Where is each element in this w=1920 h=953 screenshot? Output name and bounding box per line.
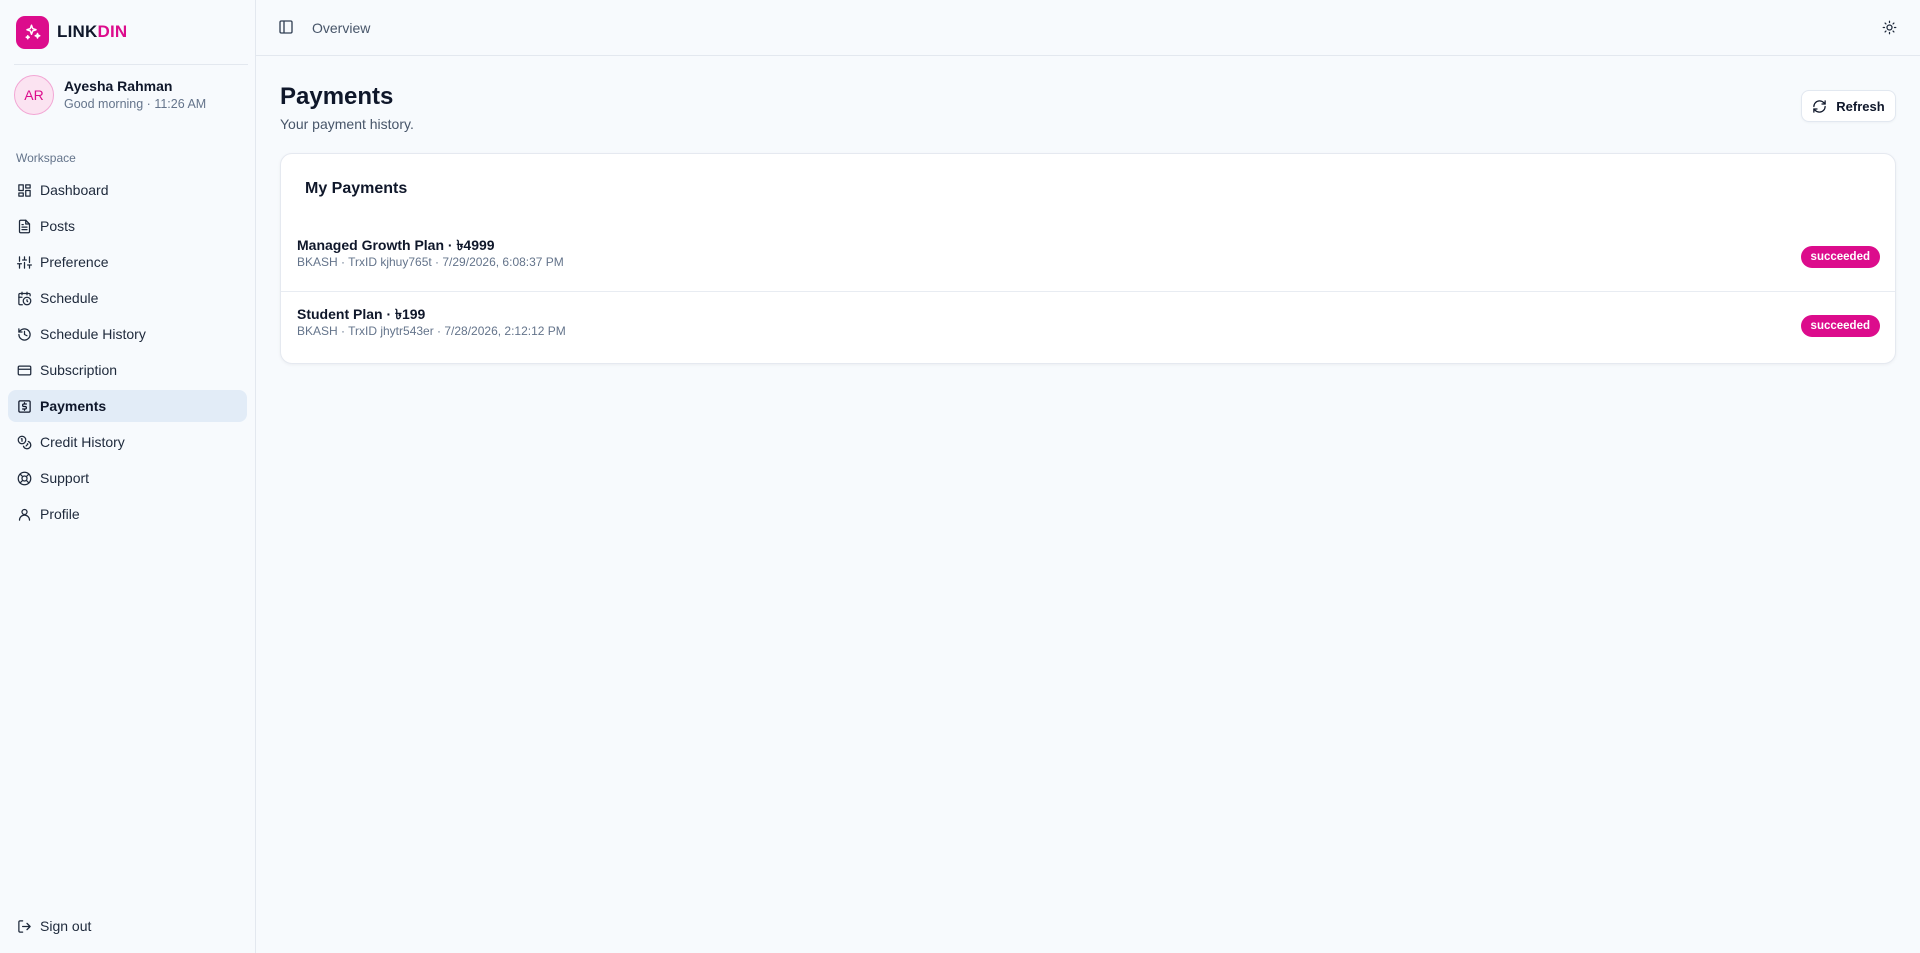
refresh-icon — [1813, 99, 1827, 113]
dashboard-icon — [18, 183, 31, 197]
sidebar: LINKDIN AR Ayesha Rahman Good morning · … — [0, 0, 256, 953]
sidebar-item-label: Subscription — [40, 362, 118, 378]
sun-icon — [1882, 20, 1897, 35]
sign-out-label: Sign out — [40, 918, 92, 934]
file-text-icon — [18, 219, 31, 233]
theme-toggle-button[interactable] — [1882, 20, 1897, 35]
sidebar-item-profile[interactable]: Profile — [8, 498, 247, 530]
payment-meta: BKASH · TrxID jhytr543er · 7/28/2026, 2:… — [297, 324, 566, 338]
payments-card: My Payments Managed Growth Plan · ৳4999 … — [280, 153, 1896, 364]
sidebar-item-label: Posts — [40, 218, 76, 234]
sidebar-toggle-button[interactable] — [278, 19, 294, 35]
topbar: Overview — [256, 0, 1920, 56]
credit-card-icon — [17, 365, 32, 375]
calendar-clock-icon — [18, 291, 32, 305]
sidebar-item-label: Profile — [40, 506, 80, 522]
sidebar-item-dashboard[interactable]: Dashboard — [8, 174, 247, 206]
page-title: Payments — [280, 83, 394, 110]
sparkles-logo-icon — [16, 15, 49, 49]
payment-row[interactable]: Student Plan · ৳199 BKASH · TrxID jhytr5… — [281, 292, 1895, 361]
sidebar-item-label: Dashboard — [40, 182, 109, 198]
page-subtitle: Your payment history. — [280, 116, 414, 132]
sidebar-item-label: Support — [40, 470, 90, 486]
sidebar-item-payments[interactable]: Payments — [8, 390, 247, 422]
sidebar-item-label: Preference — [40, 254, 109, 270]
panel-left-icon — [279, 20, 293, 34]
sliders-icon — [17, 255, 32, 269]
user-greeting: Good morning · 11:26 AM — [64, 97, 207, 111]
sidebar-item-support[interactable]: Support — [8, 462, 247, 494]
status-badge: succeeded — [1800, 315, 1880, 337]
sidebar-item-label: Payments — [40, 398, 107, 414]
sidebar-nav: Dashboard Posts Preference Schedule Sche… — [8, 174, 247, 534]
sidebar-item-schedule[interactable]: Schedule — [8, 282, 247, 314]
user-icon — [18, 508, 31, 521]
section-label-workspace: Workspace — [16, 151, 76, 165]
status-badge: succeeded — [1800, 246, 1880, 268]
sidebar-item-preference[interactable]: Preference — [8, 246, 247, 278]
coins-icon — [17, 435, 32, 449]
sidebar-item-label: Credit History — [40, 434, 125, 450]
brand-name: LINKDIN — [57, 22, 128, 41]
brand[interactable]: LINKDIN — [16, 15, 127, 49]
receipt-icon — [18, 399, 31, 413]
user-name: Ayesha Rahman — [64, 78, 173, 94]
lifebuoy-icon — [17, 471, 32, 485]
sidebar-item-label: Schedule History — [40, 326, 146, 342]
payment-meta: BKASH · TrxID kjhuy765t · 7/29/2026, 6:0… — [297, 255, 564, 269]
sidebar-item-credit-history[interactable]: Credit History — [8, 426, 247, 458]
log-out-icon — [18, 919, 31, 933]
refresh-button[interactable]: Refresh — [1801, 90, 1896, 122]
payment-row[interactable]: Managed Growth Plan · ৳4999 BKASH · TrxI… — [281, 223, 1895, 292]
sidebar-item-label: Schedule — [40, 290, 99, 306]
refresh-label: Refresh — [1836, 98, 1885, 114]
sign-out-button[interactable]: Sign out — [17, 918, 91, 934]
avatar: AR — [14, 75, 54, 115]
sidebar-item-subscription[interactable]: Subscription — [8, 354, 247, 386]
user-card[interactable]: AR Ayesha Rahman Good morning · 11:26 AM — [14, 75, 206, 115]
sidebar-divider — [14, 64, 248, 65]
breadcrumb[interactable]: Overview — [312, 20, 370, 36]
sidebar-item-posts[interactable]: Posts — [8, 210, 247, 242]
card-title: My Payments — [305, 180, 408, 197]
sidebar-item-schedule-history[interactable]: Schedule History — [8, 318, 247, 350]
history-icon — [18, 327, 31, 341]
